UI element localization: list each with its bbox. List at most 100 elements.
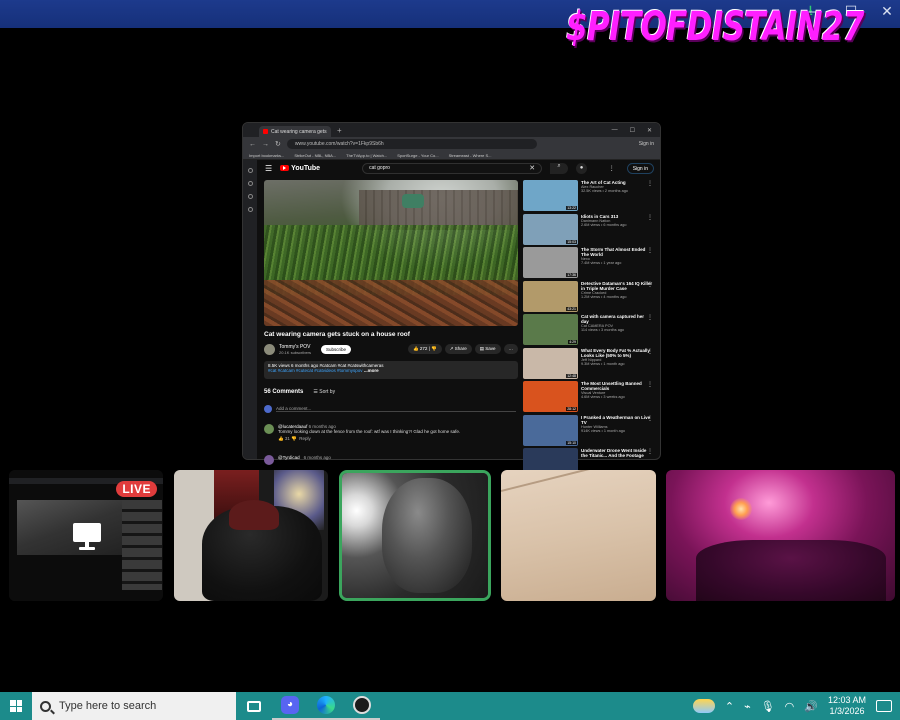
save-label: Save — [485, 346, 496, 351]
network-icon[interactable]: ⌁ — [744, 700, 751, 713]
more-options-icon[interactable]: ⋮ — [647, 180, 653, 187]
taskbar-search-box[interactable]: Type here to search — [32, 692, 236, 720]
search-icon[interactable]: ⌕ — [550, 162, 569, 174]
participant-tile-camera-4[interactable] — [666, 470, 895, 601]
weather-icon[interactable] — [692, 699, 715, 713]
taskbar-app-edge[interactable] — [308, 692, 344, 720]
participant-tile-camera-speaking[interactable] — [339, 470, 491, 601]
recommended-meta: The Art of Cat Acting Alex Raucher 32.5K v… — [581, 180, 653, 214]
save-button[interactable]: ▤ Save — [474, 344, 501, 354]
recommended-video[interactable]: 17:36 The Storm That Almost Ended The Wor… — [523, 247, 659, 281]
taskbar-app-discord[interactable]: ◕ — [272, 692, 308, 720]
menu-icon[interactable]: ☰ — [265, 164, 272, 173]
recommended-thumbnail[interactable]: 28:12 — [523, 381, 578, 412]
like-button[interactable]: 👍 272 | 👎 — [408, 344, 442, 354]
recommended-title[interactable]: Underwater Drone Went Inside the Titanic… — [581, 448, 653, 458]
participant-tile-camera-1[interactable] — [174, 470, 328, 601]
close-icon[interactable]: ✕ — [880, 4, 894, 20]
browser-maximize-icon[interactable]: ☐ — [630, 127, 635, 134]
channel-avatar[interactable] — [264, 343, 275, 355]
back-icon[interactable]: ← — [249, 141, 256, 148]
bookmark-item[interactable]: Streameast - Where S... — [449, 153, 492, 158]
recommended-video[interactable]: 28:12 The Most Unsettling Banned Commerci… — [523, 381, 659, 415]
youtube-signin-button[interactable]: Sign in — [626, 162, 654, 174]
recommended-title[interactable]: What Every Body Fat % Actually Looks Lik… — [581, 348, 653, 358]
browser-minimize-icon[interactable]: — — [612, 127, 618, 134]
recommended-thumbnail[interactable]: 43:21 — [523, 280, 578, 312]
wifi-icon[interactable]: ◠ — [785, 700, 795, 713]
recommended-video[interactable]: 15:03 Idiots in Cars 313 Danimann Nation 2.… — [523, 213, 659, 248]
notification-icon[interactable] — [876, 700, 892, 712]
recommended-video[interactable]: 15:10 I Pranked a Weatherman on Live TV Hu… — [523, 414, 659, 449]
obs-icon — [353, 696, 371, 714]
youtube-logo[interactable]: YouTube — [280, 165, 320, 172]
url-field[interactable]: www.youtube.com/watch?v=1Fkp9Sb6h — [286, 139, 537, 149]
channel-info: Tommy's POV 20.1K subscribers — [279, 344, 311, 355]
recommended-title[interactable]: The Most Unsettling Banned Commercials — [581, 381, 653, 391]
recommended-thumbnail[interactable]: 15:03 — [523, 213, 578, 245]
recommended-title[interactable]: Cat with camera captured her day — [581, 314, 653, 324]
sort-by-button[interactable]: ☰ Sort by — [313, 389, 335, 395]
more-options-icon[interactable]: ⋮ — [609, 165, 615, 172]
recommended-title[interactable]: I Pranked a Weatherman on Live TV — [581, 415, 653, 425]
recommended-video[interactable]: 4:29 Cat with camera captured her day Cat … — [523, 314, 659, 348]
comment-username[interactable]: @Tyrdicad — [278, 455, 300, 465]
more-options-icon[interactable]: ⋮ — [647, 281, 653, 288]
chevron-up-icon[interactable]: ⌃ — [725, 700, 734, 713]
more-options-icon[interactable]: ⋮ — [647, 381, 653, 388]
clear-search-icon[interactable]: ✕ — [529, 164, 541, 172]
more-options-icon[interactable]: ⋮ — [647, 448, 653, 455]
recommended-video[interactable]: 13:22 The Art of Cat Acting Alex Raucher 32… — [523, 180, 659, 214]
recommended-title[interactable]: Detective Dataman's 164 IQ Killer in Tri… — [581, 281, 653, 291]
recommended-thumbnail[interactable]: 4:29 — [523, 314, 578, 345]
bookmark-item[interactable]: SportSurge - Your Co... — [397, 153, 438, 158]
recommended-thumbnail[interactable]: 15:10 — [523, 414, 578, 446]
subscribe-button[interactable]: Subscribe — [321, 344, 352, 354]
reply-button[interactable]: Reply — [299, 436, 311, 441]
recommended-video[interactable]: 43:21 Detective Dataman's 164 IQ Killer i… — [523, 280, 659, 315]
more-options-icon[interactable]: ⋮ — [647, 348, 653, 355]
taskbar-app-obs[interactable] — [344, 692, 380, 720]
bookmark-item[interactable]: Import bookmarks... — [249, 153, 284, 158]
sidebar-icon[interactable] — [247, 181, 253, 186]
video-description[interactable]: 8.5K views 6 months ago #catcam #cat #ca… — [264, 361, 518, 379]
commenter-avatar[interactable] — [264, 455, 274, 465]
clock[interactable]: 12:03 AM 1/3/2026 — [828, 695, 866, 717]
bookmark-item[interactable]: TheTVApp.to | Watch... — [346, 153, 387, 158]
participant-tile-camera-3[interactable] — [501, 470, 656, 601]
microphone-icon[interactable]: ● — [576, 162, 588, 174]
channel-name[interactable]: Tommy's POV — [279, 344, 311, 350]
recommended-title[interactable]: The Storm That Almost Ended The World — [581, 247, 653, 257]
more-options-icon[interactable]: ⋮ — [647, 214, 653, 221]
recommended-video[interactable]: 12:48 What Every Body Fat % Actually Look… — [523, 347, 659, 382]
browser-tab[interactable]: Cat wearing camera gets st — [259, 126, 331, 137]
hashtags-text[interactable]: #cat #catcam #cutecat #catvideos #tommys… — [268, 368, 363, 373]
commenter-avatar[interactable] — [264, 424, 274, 434]
recommended-thumbnail[interactable]: 12:48 — [523, 347, 578, 379]
recommended-thumbnail[interactable]: 13:22 — [523, 180, 578, 211]
sidebar-icon[interactable] — [247, 168, 253, 173]
recommended-thumbnail[interactable]: 17:36 — [523, 247, 578, 278]
sidebar-icon[interactable] — [247, 194, 253, 199]
start-button[interactable] — [0, 692, 32, 720]
more-actions-icon[interactable]: … — [503, 344, 518, 354]
show-more-link[interactable]: ...more — [364, 368, 379, 373]
reload-icon[interactable]: ↻ — [275, 140, 281, 148]
forward-icon[interactable]: → — [262, 141, 269, 148]
browser-signin[interactable]: Sign in — [639, 141, 654, 147]
new-tab-icon[interactable]: + — [337, 126, 342, 135]
more-options-icon[interactable]: ⋮ — [647, 415, 653, 422]
more-options-icon[interactable]: ⋮ — [647, 314, 653, 321]
add-comment-input[interactable]: Add a comment... — [276, 406, 516, 412]
more-options-icon[interactable]: ⋮ — [647, 247, 653, 254]
video-player[interactable] — [264, 180, 518, 326]
browser-close-icon[interactable]: ✕ — [647, 127, 652, 134]
volume-icon[interactable]: 🔊 — [804, 700, 818, 713]
task-view-button[interactable] — [236, 692, 272, 720]
bookmark-item[interactable]: StrikeOut - NBL, NBA... — [294, 153, 336, 158]
microphone-icon[interactable]: 🎙 — [761, 700, 775, 713]
participant-tile-stream[interactable]: LIVE — [9, 470, 163, 601]
share-button[interactable]: ↗ Share — [444, 344, 472, 354]
sidebar-icon[interactable] — [247, 207, 253, 212]
youtube-search-input[interactable]: cat gopro ✕ — [362, 162, 543, 174]
